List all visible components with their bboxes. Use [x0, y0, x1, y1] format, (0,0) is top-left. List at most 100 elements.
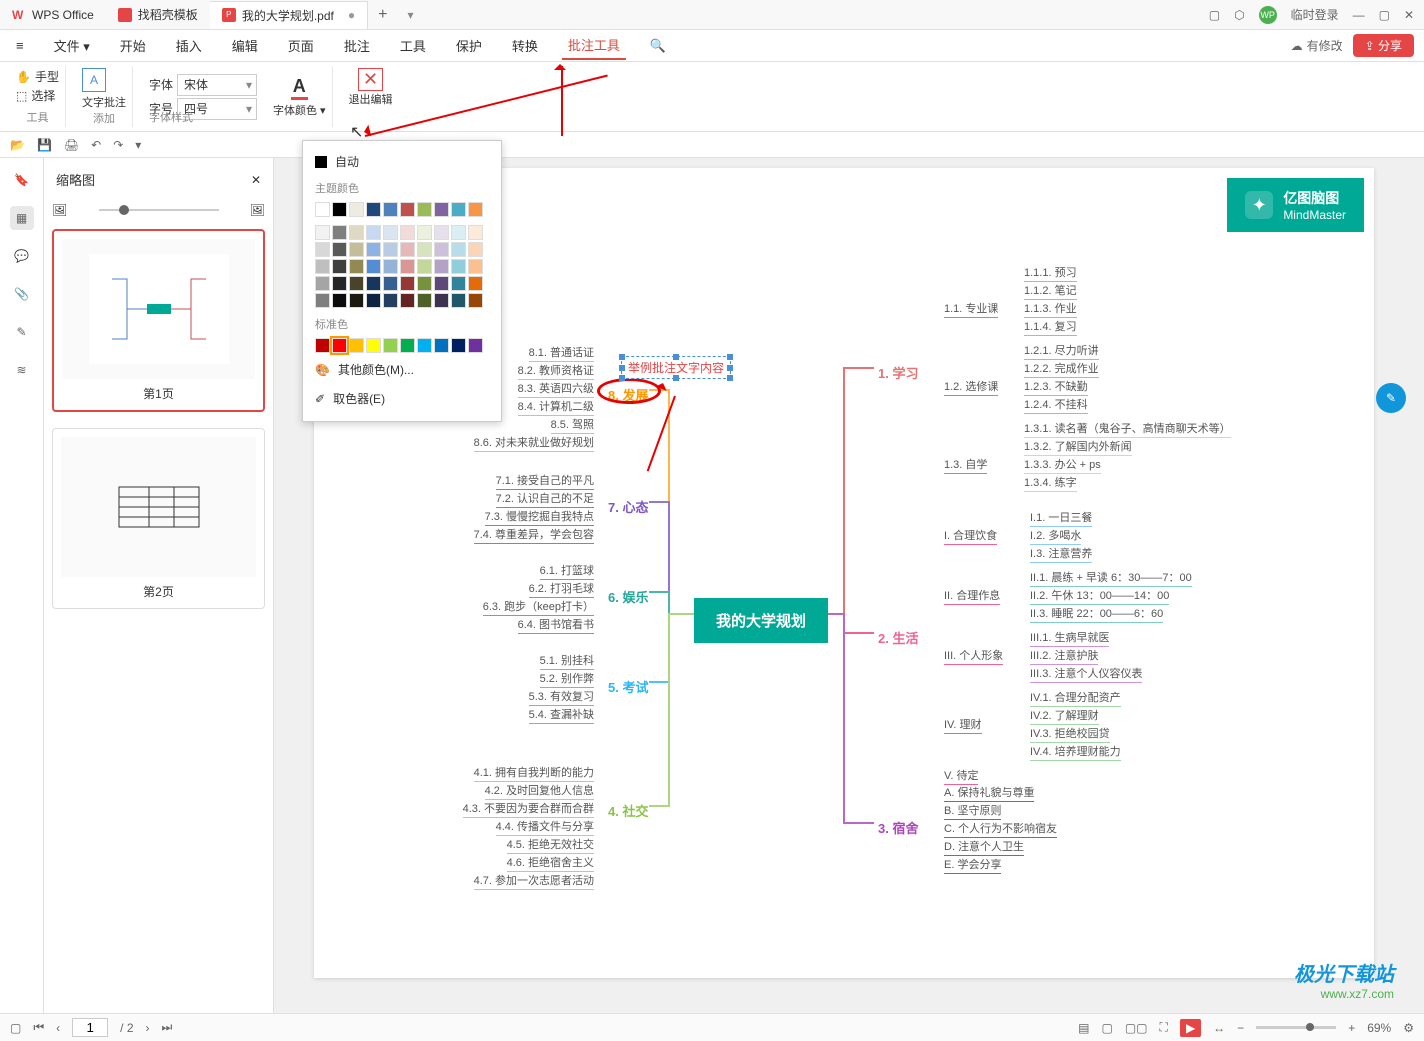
color-swatch[interactable] [451, 225, 466, 240]
menu-convert[interactable]: 转换 [506, 32, 544, 59]
package-icon[interactable]: ⬡ [1234, 8, 1244, 22]
view-continuous-icon[interactable]: ▤ [1078, 1021, 1089, 1035]
zoom-slider[interactable] [1256, 1026, 1336, 1029]
menu-annotate[interactable]: 批注 [338, 32, 376, 59]
tab-document[interactable]: P 我的大学规划.pdf ● [210, 1, 368, 29]
color-swatch[interactable] [366, 338, 381, 353]
zoom-out-icon[interactable]: − [1237, 1021, 1244, 1035]
view-dual-icon[interactable]: ▢▢ [1125, 1021, 1148, 1035]
avatar[interactable]: WP [1259, 6, 1277, 24]
color-swatch[interactable] [468, 293, 483, 308]
color-swatch[interactable] [349, 202, 364, 217]
color-swatch[interactable] [332, 225, 347, 240]
app-tab[interactable]: W WPS Office [0, 1, 106, 29]
color-swatch[interactable] [383, 242, 398, 257]
settings-icon[interactable]: ⚙ [1403, 1021, 1414, 1035]
color-swatch[interactable] [434, 276, 449, 291]
menu-start[interactable]: 开始 [114, 32, 152, 59]
menu-protect[interactable]: 保护 [450, 32, 488, 59]
exit-edit-button[interactable]: ✕ 退出编辑 [349, 68, 393, 107]
color-swatch[interactable] [400, 202, 415, 217]
color-swatch[interactable] [468, 338, 483, 353]
font-select[interactable]: 宋体 [177, 74, 257, 96]
search-icon[interactable]: 🔍 [644, 34, 672, 58]
color-swatch[interactable] [400, 225, 415, 240]
color-swatch[interactable] [366, 276, 381, 291]
color-swatch[interactable] [417, 202, 432, 217]
image-large-icon[interactable]: 🖼 [250, 203, 265, 217]
color-swatch[interactable] [366, 242, 381, 257]
color-swatch[interactable] [451, 276, 466, 291]
annotation-text-box[interactable]: 举例批注文字内容 [621, 356, 731, 379]
layers-icon[interactable]: ≋ [10, 358, 34, 382]
first-page-icon[interactable]: ⏮ [33, 1020, 44, 1035]
comment-icon[interactable]: 💬 [10, 244, 34, 268]
color-swatch[interactable] [315, 338, 330, 353]
color-swatch[interactable] [400, 276, 415, 291]
color-swatch[interactable] [434, 259, 449, 274]
color-swatch[interactable] [332, 242, 347, 257]
color-swatch[interactable] [366, 293, 381, 308]
modify-badge[interactable]: ☁ 有修改 [1291, 37, 1343, 54]
float-help-badge[interactable]: ✎ [1376, 383, 1406, 413]
zoom-in-icon[interactable]: + [1348, 1021, 1355, 1035]
share-button[interactable]: ⇪ 分享 [1353, 34, 1414, 57]
color-swatch[interactable] [451, 242, 466, 257]
color-swatch[interactable] [468, 259, 483, 274]
color-swatch[interactable] [451, 293, 466, 308]
color-swatch[interactable] [383, 259, 398, 274]
color-swatch[interactable] [366, 202, 381, 217]
menu-tools[interactable]: 工具 [394, 32, 432, 59]
menu-hamburger-icon[interactable]: ≡ [10, 34, 30, 57]
tab-menu-icon[interactable]: ▾ [397, 8, 423, 22]
color-swatch[interactable] [349, 293, 364, 308]
color-swatch[interactable] [417, 242, 432, 257]
attachment-icon[interactable]: 📎 [10, 282, 34, 306]
thumbnail-size-slider[interactable] [99, 209, 219, 211]
fit-width-icon[interactable]: ↔ [1213, 1021, 1225, 1035]
color-swatch[interactable] [434, 338, 449, 353]
add-tab-button[interactable]: + [368, 6, 397, 24]
color-swatch[interactable] [315, 276, 330, 291]
text-annotate-icon[interactable]: A [82, 68, 106, 92]
color-swatch[interactable] [434, 293, 449, 308]
color-swatch[interactable] [417, 293, 432, 308]
menu-insert[interactable]: 插入 [170, 32, 208, 59]
layout-icon[interactable]: ▢ [1209, 8, 1220, 22]
page-number-input[interactable] [72, 1018, 108, 1037]
open-icon[interactable]: 📂 [10, 138, 25, 152]
color-auto-row[interactable]: 自动 [311, 149, 493, 174]
thumbnail-page-1[interactable]: 第1页 [52, 229, 265, 412]
hand-tool[interactable]: ✋ 手型 [16, 68, 59, 85]
next-page-icon[interactable]: › [146, 1021, 150, 1035]
minimize-icon[interactable]: — [1353, 8, 1365, 22]
color-swatch[interactable] [315, 259, 330, 274]
font-color-button[interactable]: A 字体颜色 ▾ [273, 76, 326, 118]
color-swatch[interactable] [383, 293, 398, 308]
color-swatch[interactable] [400, 259, 415, 274]
color-swatch[interactable] [434, 225, 449, 240]
color-swatch[interactable] [400, 338, 415, 353]
last-page-icon[interactable]: ⏭ [162, 1020, 173, 1035]
zoom-value[interactable]: 69% [1367, 1021, 1391, 1035]
menu-edit[interactable]: 编辑 [226, 32, 264, 59]
color-swatch[interactable] [315, 293, 330, 308]
color-swatch[interactable] [349, 276, 364, 291]
color-swatch[interactable] [332, 293, 347, 308]
color-swatch[interactable] [417, 276, 432, 291]
sidebar-toggle-icon[interactable]: ▢ [10, 1021, 21, 1035]
eyedropper-button[interactable]: ✐ 取色器(E) [311, 384, 493, 413]
thumbnail-icon[interactable]: ▦ [10, 206, 34, 230]
color-swatch[interactable] [417, 338, 432, 353]
color-swatch[interactable] [434, 202, 449, 217]
color-swatch[interactable] [332, 259, 347, 274]
select-tool[interactable]: ⬚ 选择 [16, 87, 59, 104]
color-swatch[interactable] [383, 276, 398, 291]
color-swatch[interactable] [434, 242, 449, 257]
color-swatch[interactable] [468, 242, 483, 257]
color-swatch[interactable] [366, 225, 381, 240]
tab-template[interactable]: 找稻壳模板 [106, 1, 210, 29]
redo-icon[interactable]: ↷ [113, 138, 123, 152]
color-swatch[interactable] [400, 293, 415, 308]
color-swatch[interactable] [349, 338, 364, 353]
